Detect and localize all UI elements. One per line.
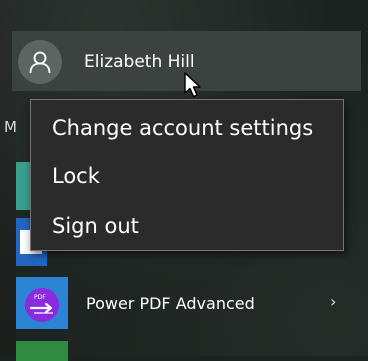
app-label-power-pdf[interactable]: Power PDF Advanced (86, 294, 255, 314)
menu-item-sign-out[interactable]: Sign out (52, 213, 139, 239)
user-name: Elizabeth Hill (84, 52, 195, 72)
chevron-right-icon[interactable]: › (330, 292, 336, 311)
mouse-cursor-icon (184, 72, 201, 98)
user-avatar (18, 40, 62, 84)
power-pdf-icon: PDF (25, 288, 59, 322)
menu-item-change-account-settings[interactable]: Change account settings (52, 115, 313, 141)
person-icon (29, 51, 51, 74)
menu-item-lock[interactable]: Lock (52, 163, 100, 189)
app-tile-partial[interactable] (16, 341, 68, 361)
svg-text:PDF: PDF (34, 294, 46, 301)
account-context-menu: Change account settings Lock Sign out (30, 99, 344, 251)
section-header-letter[interactable]: M (4, 118, 17, 136)
